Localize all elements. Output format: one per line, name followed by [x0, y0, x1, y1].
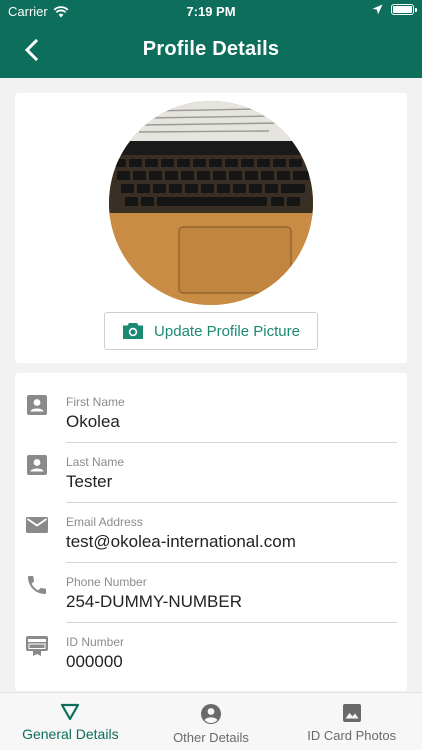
- email-value: test@okolea-international.com: [66, 532, 296, 551]
- phone-field[interactable]: Phone Number 254-DUMMY-NUMBER: [15, 553, 407, 623]
- phone-icon: [28, 576, 46, 594]
- clock: 7:19 PM: [186, 4, 236, 19]
- last-name-label: Last Name: [66, 455, 125, 469]
- email-field[interactable]: Email Address test@okolea-international.…: [15, 493, 407, 563]
- general-details-card: First Name Okolea Last Name Tester Email…: [15, 373, 407, 691]
- phone-value: 254-DUMMY-NUMBER: [66, 592, 243, 611]
- email-icon: [26, 517, 48, 533]
- tab-general-details[interactable]: General Details: [0, 693, 141, 750]
- id-number-field[interactable]: ID Number 000000: [15, 613, 407, 673]
- image-icon: [342, 704, 361, 722]
- phone-label: Phone Number: [66, 575, 147, 589]
- id-number-label: ID Number: [66, 635, 125, 649]
- profile-picture-card: Update Profile Picture: [15, 93, 407, 363]
- first-name-label: First Name: [66, 395, 125, 409]
- profile-picture[interactable]: [109, 101, 313, 305]
- tab-other-details[interactable]: Other Details: [141, 693, 282, 750]
- last-name-field[interactable]: Last Name Tester: [15, 433, 407, 503]
- app-bar: Carrier 7:19 PM Profile Details: [0, 0, 422, 78]
- last-name-value: Tester: [66, 472, 113, 491]
- back-arrow-icon: [24, 39, 39, 61]
- battery-icon: [391, 4, 417, 15]
- tab-id-card-photos-label: ID Card Photos: [307, 728, 397, 743]
- id-card-icon: [26, 636, 48, 656]
- email-label: Email Address: [66, 515, 143, 529]
- status-bar: Carrier 7:19 PM: [0, 0, 422, 22]
- first-name-field[interactable]: First Name Okolea: [15, 373, 407, 443]
- header: Profile Details: [0, 22, 422, 78]
- tab-id-card-photos[interactable]: ID Card Photos: [281, 693, 422, 750]
- account-circle-icon: [201, 704, 221, 724]
- location-arrow-icon: [372, 4, 383, 15]
- back-button[interactable]: [16, 34, 48, 66]
- person-card-icon: [27, 455, 47, 475]
- id-number-value: 000000: [66, 652, 123, 671]
- update-profile-picture-label: Update Profile Picture: [154, 322, 300, 340]
- page-title: Profile Details: [142, 38, 280, 60]
- bottom-navigation: General Details Other Details ID Card Ph…: [0, 692, 422, 750]
- status-indicators: [372, 4, 417, 15]
- camera-icon: [123, 323, 144, 339]
- triangle-icon: [61, 703, 80, 721]
- update-profile-picture-button[interactable]: Update Profile Picture: [104, 312, 318, 350]
- tab-other-details-label: Other Details: [173, 730, 249, 745]
- tab-general-details-label: General Details: [22, 726, 119, 742]
- person-card-icon: [27, 395, 47, 415]
- first-name-value: Okolea: [66, 412, 120, 431]
- profile-photo-image: [109, 101, 313, 305]
